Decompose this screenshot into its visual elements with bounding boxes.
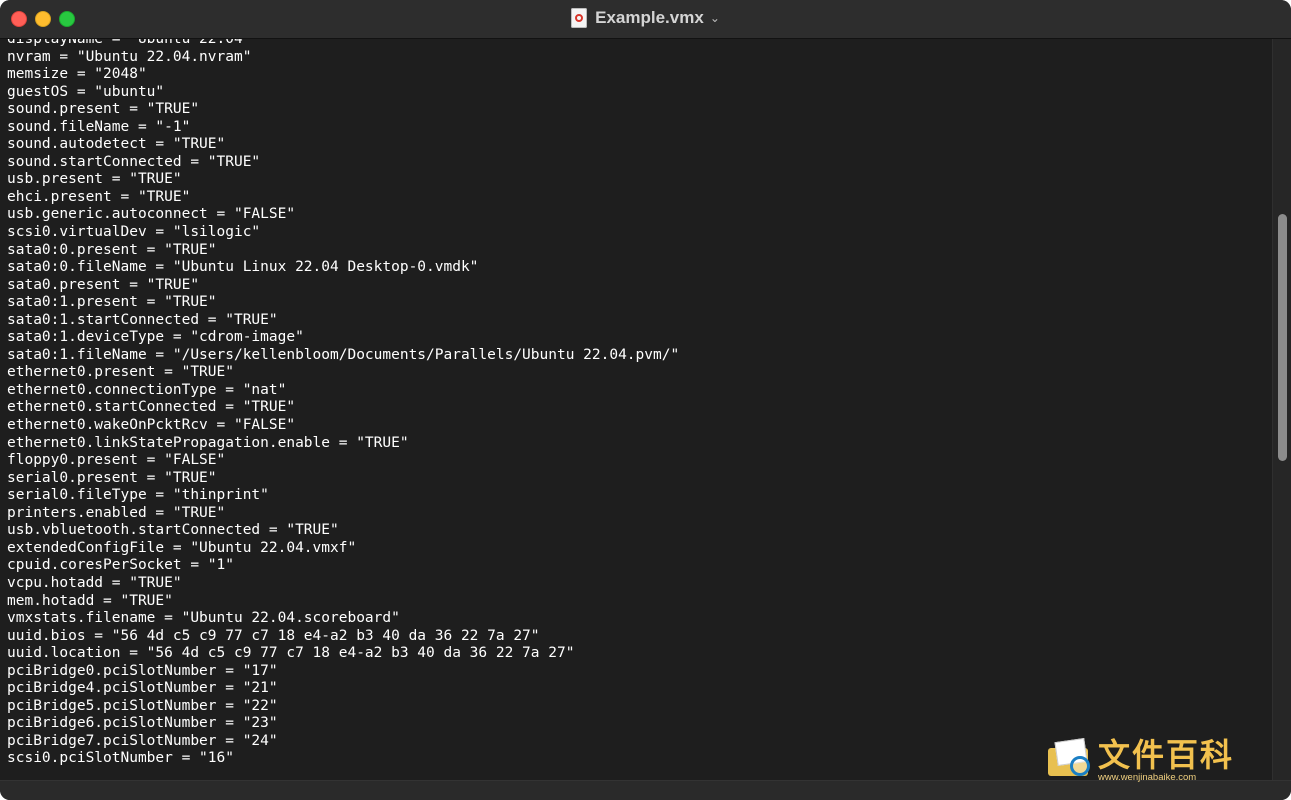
code-line: pciBridge0.pciSlotNumber = "17"	[7, 662, 278, 679]
code-line: pciBridge6.pciSlotNumber = "23"	[7, 715, 278, 732]
code-line: cpuid.coresPerSocket = "1"	[7, 557, 234, 574]
code-line: sound.autodetect = "TRUE"	[7, 136, 226, 153]
code-line: usb.generic.autoconnect = "FALSE"	[7, 206, 296, 223]
code-line: ethernet0.connectionType = "nat"	[7, 381, 287, 398]
code-line: pciBridge4.pciSlotNumber = "21"	[7, 680, 278, 697]
code-line: ehci.present = "TRUE"	[7, 188, 191, 205]
folder-magnifier-icon	[1048, 738, 1092, 778]
code-line: guestOS = "ubuntu"	[7, 83, 165, 100]
code-line: scsi0.pciSlotNumber = "16"	[7, 750, 234, 767]
code-line: sata0:1.fileName = "/Users/kellenbloom/D…	[7, 346, 680, 363]
text-lines: displayName = "Ubuntu 22.04" nvram = "Ubu…	[7, 39, 679, 768]
code-line: ethernet0.wakeOnPcktRcv = "FALSE"	[7, 417, 296, 434]
code-line: sound.present = "TRUE"	[7, 101, 200, 118]
code-line: sata0:1.present = "TRUE"	[7, 294, 217, 311]
text-editor[interactable]: displayName = "Ubuntu 22.04" nvram = "Ubu…	[0, 39, 1272, 780]
chevron-down-icon[interactable]: ⌄	[710, 11, 720, 25]
code-line: ethernet0.linkStatePropagation.enable = …	[7, 434, 409, 451]
code-line: scsi0.virtualDev = "lsilogic"	[7, 224, 261, 241]
code-line: uuid.location = "56 4d c5 c9 77 c7 18 e4…	[7, 645, 575, 662]
code-line: ethernet0.startConnected = "TRUE"	[7, 399, 296, 416]
code-line: vmxstats.filename = "Ubuntu 22.04.scoreb…	[7, 610, 400, 627]
window-title: Example.vmx	[595, 8, 704, 27]
code-line: sata0.present = "TRUE"	[7, 276, 200, 293]
title-menu[interactable]: Example.vmx ⌄	[0, 8, 1291, 28]
code-line: displayName = "Ubuntu 22.04"	[7, 39, 252, 47]
watermark-title: 文件百科	[1098, 736, 1235, 774]
code-line: sata0:0.fileName = "Ubuntu Linux 22.04 D…	[7, 259, 479, 276]
watermark: 文件百科 www.wenjinabaike.com	[1048, 738, 1234, 784]
code-line: printers.enabled = "TRUE"	[7, 504, 226, 521]
code-line: sata0:1.startConnected = "TRUE"	[7, 311, 278, 328]
code-line: pciBridge5.pciSlotNumber = "22"	[7, 697, 278, 714]
code-line: pciBridge7.pciSlotNumber = "24"	[7, 732, 278, 749]
code-line: sata0:1.deviceType = "cdrom-image"	[7, 329, 304, 346]
code-line: serial0.fileType = "thinprint"	[7, 487, 269, 504]
code-line: nvram = "Ubuntu 22.04.nvram"	[7, 48, 252, 65]
code-line: usb.present = "TRUE"	[7, 171, 182, 188]
code-line: extendedConfigFile = "Ubuntu 22.04.vmxf"	[7, 539, 357, 556]
editor-window: Example.vmx ⌄ displayName = "Ubuntu 22.0…	[0, 0, 1291, 800]
code-line: sound.startConnected = "TRUE"	[7, 153, 261, 170]
code-line: mem.hotadd = "TRUE"	[7, 592, 173, 609]
document-icon	[571, 8, 588, 28]
code-line: memsize = "2048"	[7, 66, 147, 83]
code-line: serial0.present = "TRUE"	[7, 469, 217, 486]
scrollbar-thumb[interactable]	[1278, 214, 1287, 461]
code-line: uuid.bios = "56 4d c5 c9 77 c7 18 e4-a2 …	[7, 627, 540, 644]
vertical-scrollbar[interactable]	[1272, 39, 1291, 780]
title-bar[interactable]: Example.vmx ⌄	[0, 0, 1291, 39]
watermark-url: www.wenjinabaike.com	[1098, 772, 1197, 783]
code-line: sata0:0.present = "TRUE"	[7, 241, 217, 258]
watermark-text: 文件百科 www.wenjinabaike.com	[1098, 738, 1234, 784]
code-line: ethernet0.present = "TRUE"	[7, 364, 234, 381]
code-line: usb.vbluetooth.startConnected = "TRUE"	[7, 522, 339, 539]
code-line: sound.fileName = "-1"	[7, 118, 191, 135]
code-line: vcpu.hotadd = "TRUE"	[7, 574, 182, 591]
code-line: floppy0.present = "FALSE"	[7, 452, 226, 469]
